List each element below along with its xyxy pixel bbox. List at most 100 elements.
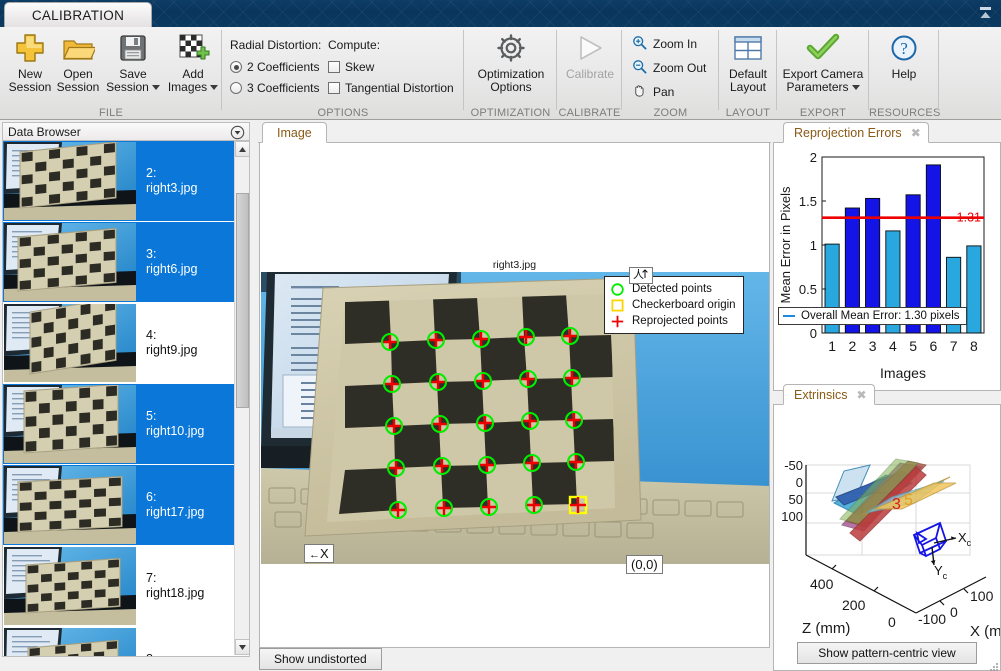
thumbnail-list[interactable]: 2: right3.jpg 3: right6.jpg 4: right9.jpg 5: ri… bbox=[2, 141, 250, 657]
y-tick-1: 1 bbox=[810, 238, 817, 253]
tab-reprojection-errors[interactable]: Reprojection Errors ✖ bbox=[783, 122, 929, 143]
thumbnail-item-right3[interactable]: 2: right3.jpg bbox=[3, 141, 236, 222]
pan-button[interactable]: Pan bbox=[632, 83, 674, 101]
export-label-2: Parameters bbox=[786, 80, 849, 94]
thumbnail-label: 2: right3.jpg bbox=[146, 166, 197, 196]
image-legend: Detected points Checkerboard origin Repr… bbox=[604, 276, 744, 334]
legend-row-origin: Checkerboard origin bbox=[610, 297, 736, 313]
add-images-caret-icon[interactable] bbox=[210, 85, 219, 91]
data-browser-panel: Data Browser 2: right3.jpg 3: right6.jpg 4: r… bbox=[0, 120, 252, 671]
tab-reprojection-errors-label: Reprojection Errors bbox=[794, 125, 902, 140]
show-undistorted-button[interactable]: Show undistorted bbox=[259, 648, 382, 670]
camera-frustum-icon bbox=[912, 521, 948, 558]
x-tick-1: 1 bbox=[828, 338, 836, 354]
export-caret-icon[interactable] bbox=[851, 85, 860, 91]
new-session-button[interactable]: New Session bbox=[4, 30, 56, 108]
tab-image[interactable]: Image bbox=[262, 122, 327, 143]
legend-label-detected: Detected points bbox=[632, 283, 712, 295]
x-tick-6: 6 bbox=[930, 338, 938, 354]
origin-annotation: (0,0) bbox=[626, 555, 663, 574]
data-browser-scrollbar[interactable] bbox=[234, 141, 249, 655]
calibrate-button[interactable]: Calibrate bbox=[553, 30, 627, 108]
layout-grid-icon bbox=[732, 30, 764, 66]
thumbnail-item-right17[interactable]: 6: right17.jpg bbox=[3, 465, 236, 546]
radio-2-coefficients[interactable]: 2 Coefficients bbox=[230, 60, 320, 74]
thumbnail-label: 7: right18.jpg bbox=[146, 571, 204, 601]
reprojection-tab-bar: Reprojection Errors ✖ bbox=[773, 121, 1001, 143]
checkbox-skew[interactable]: Skew bbox=[328, 60, 374, 74]
zoom-out-button[interactable]: Zoom Out bbox=[632, 59, 706, 77]
scroll-down-arrow-icon[interactable] bbox=[235, 639, 249, 655]
radial-distortion-label: Radial Distortion: bbox=[230, 38, 322, 52]
error-bar-image-8 bbox=[966, 245, 982, 334]
open-session-label-1: Open bbox=[63, 67, 93, 81]
thumbnail-label: 6: right17.jpg bbox=[146, 490, 204, 520]
save-floppy-icon bbox=[117, 30, 149, 66]
image-tab-bar: Image bbox=[258, 121, 771, 143]
chevron-down-circle-icon[interactable] bbox=[230, 125, 245, 140]
checkbox-tangential-icon bbox=[328, 82, 340, 94]
checkbox-skew-icon bbox=[328, 61, 340, 73]
default-layout-label-2: Layout bbox=[729, 80, 767, 94]
thumbnail-label: 4: right9.jpg bbox=[146, 328, 197, 358]
thumbnail-image bbox=[4, 628, 136, 656]
close-icon[interactable]: ✖ bbox=[911, 126, 921, 140]
thumbnail-filename: right10.jpg bbox=[146, 424, 205, 438]
red-plus-icon bbox=[611, 315, 624, 327]
extrinsics-ytick-3: 100 bbox=[781, 509, 803, 524]
scroll-up-arrow-icon[interactable] bbox=[235, 141, 249, 157]
thumbnail-item-right6[interactable]: 3: right6.jpg bbox=[3, 222, 236, 303]
extrinsics-ztick-400: 400 bbox=[810, 576, 834, 592]
resize-grip[interactable] bbox=[989, 659, 999, 671]
extrinsics-ytick-2: 50 bbox=[789, 492, 803, 507]
ribbon-caption-optimization: OPTIMIZATION bbox=[470, 107, 551, 119]
thumbnail-index: 7: bbox=[146, 571, 157, 585]
thumbnail-item-right9[interactable]: 4: right9.jpg bbox=[3, 303, 236, 384]
x-tick-8: 8 bbox=[970, 338, 978, 354]
hand-pan-icon bbox=[632, 83, 647, 101]
collapse-ribbon-icon[interactable] bbox=[977, 5, 994, 22]
thumbnail-image bbox=[4, 385, 136, 463]
export-camera-parameters-button[interactable]: Export Camera Parameters bbox=[779, 30, 867, 108]
add-images-button[interactable]: Add Images bbox=[162, 30, 224, 108]
image-canvas[interactable]: right3.jpg Detected points Checkerboard … bbox=[259, 143, 770, 648]
reprojection-chart-body[interactable]: 1.31 0 0.5 1 1.5 2 12345678 Mean Error in Pi… bbox=[773, 143, 1001, 391]
save-session-button[interactable]: Save Session bbox=[102, 30, 164, 108]
close-icon[interactable]: ✖ bbox=[856, 388, 866, 402]
help-button[interactable]: ? Help bbox=[867, 30, 941, 108]
new-session-label-2: Session bbox=[8, 80, 52, 94]
extrinsics-plot-body[interactable]: 3 5 Xc Yc -50 0 50 100 400 200 0 Z (mm) … bbox=[773, 405, 1001, 671]
legend-label-origin: Checkerboard origin bbox=[632, 299, 736, 311]
tab-extrinsics[interactable]: Extrinsics ✖ bbox=[783, 384, 875, 405]
y-tick-2: 2 bbox=[810, 150, 817, 165]
legend-drag-handle[interactable]: 人 bbox=[629, 267, 653, 284]
y-tick-1.5: 1.5 bbox=[799, 194, 817, 209]
axis-x-annotation: ←X bbox=[304, 544, 334, 563]
show-pattern-centric-view-button[interactable]: Show pattern-centric view bbox=[797, 642, 977, 664]
zoom-in-button[interactable]: Zoom In bbox=[632, 35, 697, 53]
scrollbar-thumb[interactable] bbox=[236, 193, 249, 408]
checkbox-tangential-label: Tangential Distortion bbox=[345, 81, 454, 95]
thumbnail-list-inner: 2: right3.jpg 3: right6.jpg 4: right9.jpg 5: ri… bbox=[3, 141, 236, 656]
optimization-options-button[interactable]: Optimization Options bbox=[467, 30, 555, 108]
thumbnail-image bbox=[4, 223, 136, 301]
tab-calibration[interactable]: CALIBRATION bbox=[4, 2, 152, 27]
export-label-1: Export Camera bbox=[782, 67, 864, 81]
ribbon-group-options: Radial Distortion: Compute: 2 Coefficien… bbox=[222, 27, 464, 120]
thumbnail-item-right19[interactable]: 8:right19.jpg bbox=[3, 627, 236, 656]
thumbnail-item-right18[interactable]: 7: right18.jpg bbox=[3, 546, 236, 627]
thumbnail-item-right10[interactable]: 5: right10.jpg bbox=[3, 384, 236, 465]
extrinsics-button-row: Show pattern-centric view bbox=[774, 642, 1000, 664]
default-layout-button[interactable]: Default Layout bbox=[711, 30, 785, 108]
save-session-caret-icon[interactable] bbox=[151, 85, 160, 91]
extrinsics-3d-plot: 3 5 Xc Yc -50 0 50 100 400 200 0 Z (mm) … bbox=[781, 458, 1000, 640]
open-session-button[interactable]: Open Session bbox=[52, 30, 104, 108]
axis-x-label: X bbox=[320, 546, 329, 561]
y-tick-0: 0 bbox=[810, 326, 817, 341]
new-session-label-1: New bbox=[17, 67, 42, 81]
radio-3-coefficients[interactable]: 3 Coefficients bbox=[230, 81, 320, 95]
thumbnail-image bbox=[4, 466, 136, 544]
checkbox-tangential-distortion[interactable]: Tangential Distortion bbox=[328, 81, 454, 95]
yellow-square-icon bbox=[611, 299, 624, 311]
radio-2-coefficients-label: 2 Coefficients bbox=[247, 60, 320, 74]
